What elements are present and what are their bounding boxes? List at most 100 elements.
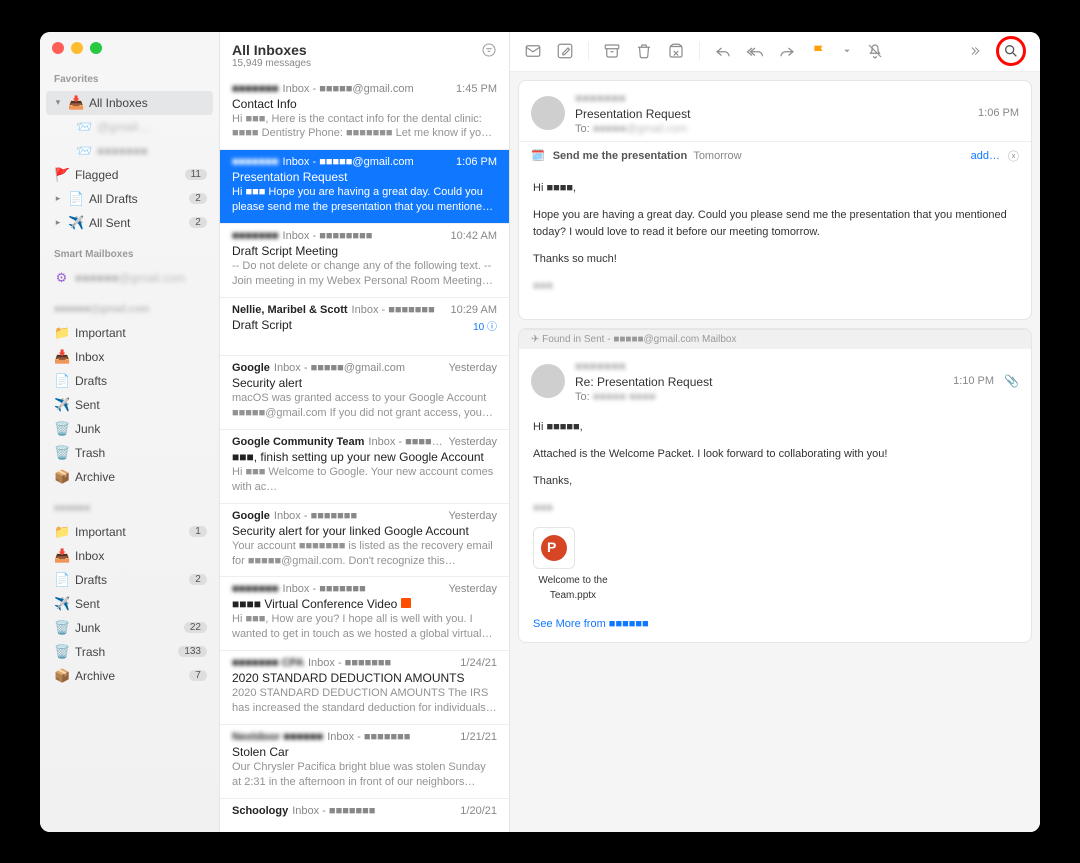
sidebar-item-label: All Sent [89, 216, 130, 230]
message-row[interactable]: ■■■■■■■Inbox - ■■■■■■■■10:42 AMDraft Scr… [220, 224, 509, 298]
count-badge: 22 [184, 622, 207, 633]
archive-icon[interactable] [603, 42, 621, 60]
message-list[interactable]: ■■■■■■■Inbox - ■■■■■@gmail.com1:45 PMCon… [220, 77, 509, 832]
message-row[interactable]: SchoologyInbox - ■■■■■■■1/20/21 [220, 799, 509, 832]
sidebar-all-inboxes[interactable]: ▾ 📥 All Inboxes [46, 91, 213, 115]
junk-icon: 🗑️ [54, 620, 69, 636]
recipient-line: To: ■■■■■ ■■■■ [575, 391, 712, 403]
flag-icon[interactable] [810, 42, 828, 60]
found-in-label: ✈︎ Found in Sent - ■■■■■@gmail.com Mailb… [519, 329, 1031, 349]
overflow-icon[interactable] [964, 42, 982, 60]
sender-name: ■■■■■■■ [575, 359, 712, 373]
flag-icon [401, 598, 411, 608]
account-heading: ■■■■■■ [40, 499, 219, 520]
sidebar-archive[interactable]: 📦Archive [40, 465, 219, 489]
sidebar-junk[interactable]: 🗑️Junk [40, 417, 219, 441]
junk-icon[interactable] [667, 42, 685, 60]
sent-icon: ✈️ [68, 215, 83, 231]
message-row[interactable]: Google Community TeamInbox - ■■■■■■■Yest… [220, 430, 509, 504]
attachment-icon: 📎 [1004, 374, 1019, 388]
sidebar-inbox[interactable]: 📥Inbox [40, 345, 219, 369]
sidebar-item-label: Junk [75, 422, 100, 436]
filter-icon[interactable] [481, 42, 497, 61]
mute-icon[interactable] [866, 42, 884, 60]
avatar [531, 96, 565, 130]
count-badge: 2 [189, 217, 207, 228]
attachment-name: Welcome to the Team.pptx [533, 573, 613, 604]
flag-icon: 🚩 [54, 167, 69, 183]
message-card[interactable]: ■■■■■■■ Presentation Request To: ■■■■■@g… [518, 80, 1032, 320]
sidebar-account-child[interactable]: 📨 ■■■■■■■ [40, 139, 219, 163]
avatar [531, 364, 565, 398]
compose-icon[interactable] [556, 42, 574, 60]
siri-suggestion-bar: 🗓️ Send me the presentation Tomorrow add… [519, 141, 1031, 170]
sidebar-sent[interactable]: ✈️Sent [40, 592, 219, 616]
trash-icon: 🗑️ [54, 644, 69, 660]
sidebar-junk[interactable]: 🗑️Junk22 [40, 616, 219, 640]
trash-icon[interactable] [635, 42, 653, 60]
flag-dropdown-icon[interactable] [842, 42, 852, 60]
envelope-icon[interactable] [524, 42, 542, 60]
message-row[interactable]: Nellie, Maribel & ScottInbox - ■■■■■■■10… [220, 298, 509, 357]
message-row[interactable]: GoogleInbox - ■■■■■■■YesterdaySecurity a… [220, 504, 509, 578]
reply-all-icon[interactable] [746, 42, 764, 60]
message-row[interactable]: ■■■■■■■Inbox - ■■■■■@gmail.com1:06 PMPre… [220, 150, 509, 224]
count-badge: 7 [189, 670, 207, 681]
sidebar-item-label: Important [75, 525, 126, 539]
sidebar-sent[interactable]: ✈️Sent [40, 393, 219, 417]
sidebar-inbox[interactable]: 📥Inbox [40, 544, 219, 568]
message-card[interactable]: ✈︎ Found in Sent - ■■■■■@gmail.com Mailb… [518, 328, 1032, 643]
sidebar-trash[interactable]: 🗑️Trash [40, 441, 219, 465]
dismiss-suggestion-icon[interactable]: ⓧ [1008, 148, 1019, 164]
message-row[interactable]: Nextdoor ■■■■■■Inbox - ■■■■■■■1/21/21Sto… [220, 725, 509, 799]
search-highlight [996, 36, 1026, 66]
close-window-button[interactable] [52, 42, 64, 54]
sidebar-flagged[interactable]: 🚩 Flagged 11 [40, 163, 219, 187]
inbox-icon: 📥 [54, 349, 69, 365]
toolbar-divider [699, 42, 700, 60]
minimize-window-button[interactable] [71, 42, 83, 54]
suggestion-title: Send me the presentation [553, 150, 687, 162]
message-row[interactable]: ■■■■■■■Inbox - ■■■■■@gmail.com1:45 PMCon… [220, 77, 509, 151]
attachment[interactable]: Welcome to the Team.pptx [533, 527, 1017, 604]
sidebar-trash[interactable]: 🗑️Trash133 [40, 640, 219, 664]
inbox-icon: 📥 [54, 548, 69, 564]
sidebar-archive[interactable]: 📦Archive7 [40, 664, 219, 688]
sidebar-important[interactable]: 📁Important1 [40, 520, 219, 544]
sidebar-all-sent[interactable]: ▸ ✈️ All Sent 2 [40, 211, 219, 235]
toolbar-divider [588, 42, 589, 60]
calendar-icon: 🗓️ [531, 149, 545, 162]
forward-icon[interactable] [778, 42, 796, 60]
sidebar-item-label: @gmail… [97, 120, 150, 134]
see-more-link[interactable]: See More from ■■■■■■ [519, 618, 1031, 642]
sidebar-item-label: All Drafts [89, 192, 138, 206]
fullscreen-window-button[interactable] [90, 42, 102, 54]
reply-icon[interactable] [714, 42, 732, 60]
message-row[interactable]: ■■■■■■■ CPAInbox - ■■■■■■■1/24/212020 ST… [220, 651, 509, 725]
sidebar-drafts[interactable]: 📄Drafts [40, 369, 219, 393]
account-heading: ■■■■■■@gmail.com [40, 300, 219, 321]
sidebar-important[interactable]: 📁Important [40, 321, 219, 345]
search-icon[interactable] [1002, 42, 1020, 60]
sidebar-smart-item[interactable]: ⚙︎ ■■■■■■@gmail.com [40, 266, 219, 290]
window-controls [40, 42, 219, 70]
count-badge: 2 [189, 193, 207, 204]
sender-name: ■■■■■■■ [575, 91, 690, 105]
sidebar-all-drafts[interactable]: ▸ 📄 All Drafts 2 [40, 187, 219, 211]
sidebar-item-label: Drafts [75, 573, 107, 587]
sidebar-item-label: All Inboxes [89, 96, 148, 110]
sidebar-item-label: Archive [75, 669, 115, 683]
message-row[interactable]: GoogleInbox - ■■■■■@gmail.comYesterdaySe… [220, 356, 509, 430]
count-badge: 1 [189, 526, 207, 537]
list-header: All Inboxes 15,949 messages [220, 32, 509, 77]
mail-window: Favorites ▾ 📥 All Inboxes 📨 @gmail… 📨 ■■… [40, 32, 1040, 832]
smart-mailboxes-heading: Smart Mailboxes [40, 245, 219, 266]
suggestion-add-button[interactable]: add… [971, 150, 1000, 162]
sidebar-account-child[interactable]: 📨 @gmail… [40, 115, 219, 139]
sidebar-drafts[interactable]: 📄Drafts2 [40, 568, 219, 592]
sidebar-item-label: Trash [75, 645, 105, 659]
chevron-right-icon: ▸ [54, 193, 62, 204]
sidebar-item-label: Drafts [75, 374, 107, 388]
message-row[interactable]: ■■■■■■■Inbox - ■■■■■■■Yesterday■■■■ Virt… [220, 577, 509, 651]
sidebar-item-label: ■■■■■■@gmail.com [75, 271, 185, 285]
